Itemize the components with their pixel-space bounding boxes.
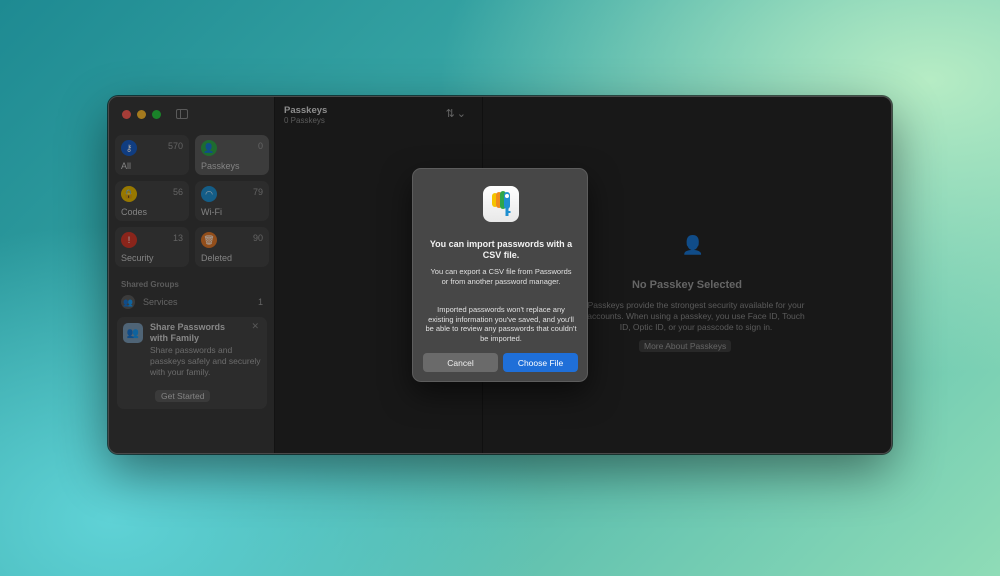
import-dialog: You can import passwords with a CSV file…	[412, 168, 588, 382]
passwords-app-icon	[483, 186, 519, 222]
cancel-button[interactable]: Cancel	[423, 353, 498, 372]
dialog-title: You can import passwords with a CSV file…	[429, 239, 573, 260]
dialog-message: You can export a CSV file from Passwords…	[430, 267, 572, 286]
choose-file-button[interactable]: Choose File	[503, 353, 578, 372]
dialog-note: Imported passwords won't replace any exi…	[425, 305, 577, 343]
